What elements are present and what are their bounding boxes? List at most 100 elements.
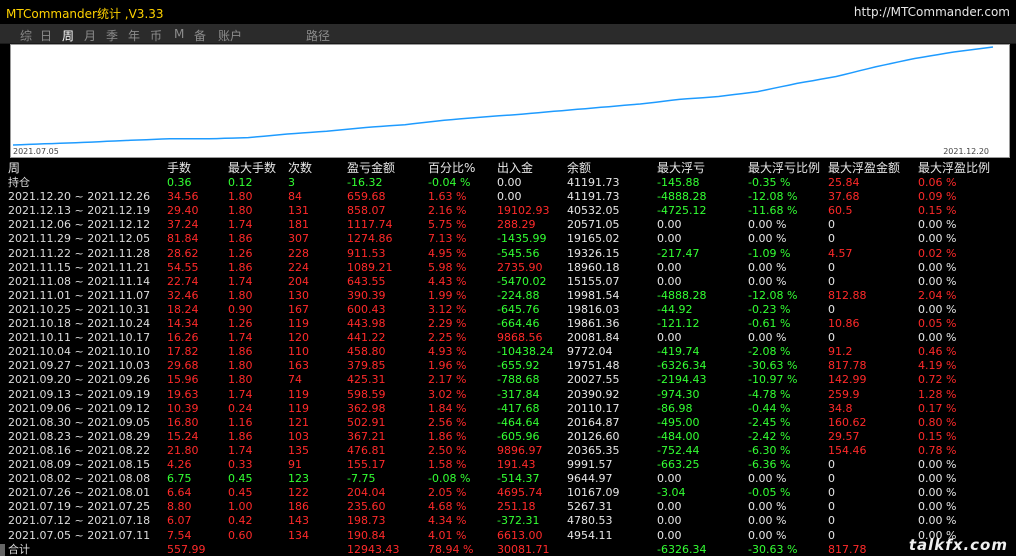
- table-row[interactable]: 2021.11.29 ~ 2021.12.05 81.84 1.86 307 1274.…: [0, 232, 1016, 246]
- table-row[interactable]: 2021.08.16 ~ 2021.08.22 21.80 1.74 135 476.8…: [0, 444, 1016, 458]
- table-cell: 2.04 %: [918, 288, 957, 302]
- table-cell: 167: [288, 302, 309, 316]
- table-cell: 122: [288, 486, 309, 500]
- table-cell: -0.35 %: [748, 176, 791, 189]
- tab-7[interactable]: M: [174, 27, 184, 41]
- table-cell: 0: [828, 302, 835, 316]
- header-cell[interactable]: 最大浮亏比例: [748, 161, 820, 175]
- table-cell: 91.2: [828, 345, 853, 359]
- tab-3[interactable]: 月: [84, 27, 96, 44]
- row-label: 2021.07.19 ~ 2021.07.25: [8, 500, 151, 514]
- table-cell: 163: [288, 359, 309, 373]
- table-row[interactable]: 2021.10.04 ~ 2021.10.10 17.82 1.86 110 458.8…: [0, 345, 1016, 359]
- table-cell: 18.24: [167, 302, 199, 316]
- table-cell: 2.56 %: [428, 415, 467, 429]
- website-link[interactable]: http://MTCommander.com: [854, 5, 1010, 19]
- table-row[interactable]: 2021.07.12 ~ 2021.07.18 6.07 0.42 143 198.73…: [0, 514, 1016, 528]
- tab-10[interactable]: 路径: [306, 27, 330, 44]
- total-row[interactable]: 合计 557.99 12943.43 78.94 % 30081.71 -6326.34 -…: [0, 543, 1016, 556]
- table-cell: 0.00: [657, 472, 682, 486]
- table-row[interactable]: 2021.12.06 ~ 2021.12.12 37.24 1.74 181 1117.…: [0, 218, 1016, 232]
- tab-4[interactable]: 季: [106, 27, 118, 44]
- header-cell[interactable]: 盈亏金额: [347, 161, 395, 175]
- table-cell: -317.84: [497, 387, 540, 401]
- table-cell: 441.22: [347, 331, 386, 345]
- table-cell: -4888.28: [657, 190, 707, 204]
- table-cell: 186: [288, 500, 309, 514]
- table-row[interactable]: 2021.08.23 ~ 2021.08.29 15.24 1.86 103 367.2…: [0, 430, 1016, 444]
- table-cell: 2.50 %: [428, 443, 467, 457]
- equity-chart: 2021.07.05 2021.12.20: [10, 44, 1010, 158]
- table-row[interactable]: 2021.09.13 ~ 2021.09.19 19.63 1.74 119 598.5…: [0, 388, 1016, 402]
- table-cell: 8.80: [167, 500, 192, 514]
- tab-8[interactable]: 备: [194, 27, 206, 44]
- table-row[interactable]: 2021.10.11 ~ 2021.10.17 16.26 1.74 120 441.2…: [0, 331, 1016, 345]
- table-row[interactable]: 2021.07.26 ~ 2021.08.01 6.64 0.45 122 204.04…: [0, 486, 1016, 500]
- table-row[interactable]: 2021.08.09 ~ 2021.08.15 4.26 0.33 91 155.17 1…: [0, 458, 1016, 472]
- table-cell: 19165.02: [567, 232, 620, 246]
- table-cell: 4.43 %: [428, 274, 467, 288]
- header-cell[interactable]: 最大手数: [228, 161, 276, 175]
- table-row[interactable]: 2021.08.30 ~ 2021.09.05 16.80 1.16 121 502.9…: [0, 416, 1016, 430]
- tab-6[interactable]: 币: [150, 27, 162, 44]
- table-row[interactable]: 2021.09.20 ~ 2021.09.26 15.96 1.80 74 425.31…: [0, 373, 1016, 387]
- table-cell: -12.08 %: [748, 190, 798, 204]
- table-row[interactable]: 2021.07.19 ~ 2021.07.25 8.80 1.00 186 235.60…: [0, 500, 1016, 514]
- header-cell[interactable]: 出入金: [497, 161, 533, 175]
- table-row[interactable]: 2021.11.15 ~ 2021.11.21 54.55 1.86 224 1089.…: [0, 261, 1016, 275]
- table-row[interactable]: 2021.07.05 ~ 2021.07.11 7.54 0.60 134 190.84…: [0, 529, 1016, 543]
- table-cell: 557.99: [167, 542, 206, 556]
- tab-1[interactable]: 日: [40, 27, 52, 44]
- header-cell[interactable]: 百分比%: [428, 161, 475, 175]
- table-cell: -655.92: [497, 359, 540, 373]
- header-cell[interactable]: 周: [8, 161, 20, 175]
- table-cell: 143: [288, 514, 309, 528]
- table-cell: 15.24: [167, 429, 199, 443]
- table-row[interactable]: 持仓 0.36 0.12 3 -16.32 -0.04 % 0.00 41191.73 -145…: [0, 176, 1016, 190]
- table-cell: 5.98 %: [428, 260, 467, 274]
- table-row[interactable]: 2021.12.13 ~ 2021.12.19 29.40 1.80 131 858.0…: [0, 204, 1016, 218]
- table-cell: 17.82: [167, 345, 199, 359]
- table-cell: 0.12: [228, 176, 253, 189]
- table-cell: 25.84: [828, 176, 860, 189]
- table-row[interactable]: 2021.09.06 ~ 2021.09.12 10.39 0.24 119 362.9…: [0, 402, 1016, 416]
- table-row[interactable]: 2021.10.18 ~ 2021.10.24 14.34 1.26 119 443.9…: [0, 317, 1016, 331]
- app-title: MTCommander统计 ,V3.33: [6, 7, 164, 21]
- table-row[interactable]: 2021.11.22 ~ 2021.11.28 28.62 1.26 228 911.5…: [0, 247, 1016, 261]
- table-cell: -0.61 %: [748, 317, 791, 330]
- tab-2[interactable]: 周: [62, 27, 74, 44]
- header-cell[interactable]: 余额: [567, 161, 591, 175]
- table-cell: 41191.73: [567, 190, 620, 204]
- tab-5[interactable]: 年: [128, 27, 140, 44]
- header-cell[interactable]: 手数: [167, 161, 191, 175]
- table-cell: 0.00: [657, 528, 682, 542]
- table-row[interactable]: 2021.09.27 ~ 2021.10.03 29.68 1.80 163 379.8…: [0, 359, 1016, 373]
- table-cell: 204.04: [347, 486, 386, 500]
- header-cell[interactable]: 最大浮亏: [657, 161, 705, 175]
- header-cell[interactable]: 最大浮盈比例: [918, 161, 990, 175]
- table-cell: 9991.57: [567, 458, 613, 471]
- row-label: 2021.12.13 ~ 2021.12.19: [8, 204, 151, 218]
- table-cell: 0.45: [228, 486, 253, 500]
- header-cell[interactable]: 最大浮盈金额: [828, 161, 900, 175]
- table-row[interactable]: 2021.11.08 ~ 2021.11.14 22.74 1.74 204 643.5…: [0, 275, 1016, 289]
- table-row[interactable]: 2021.08.02 ~ 2021.08.08 6.75 0.45 123 -7.75 -…: [0, 472, 1016, 486]
- table-cell: 19816.03: [567, 302, 620, 316]
- table-cell: 7.13 %: [428, 232, 467, 246]
- table-cell: 120: [288, 331, 309, 345]
- table-cell: 9896.97: [497, 443, 543, 457]
- resize-handle[interactable]: [0, 544, 5, 556]
- table-cell: 155.17: [347, 458, 386, 471]
- header-cell[interactable]: 次数: [288, 161, 312, 175]
- tab-0[interactable]: 综: [20, 27, 32, 44]
- table-cell: 0.60: [228, 528, 253, 542]
- table-cell: 600.43: [347, 302, 386, 316]
- table-row[interactable]: 2021.12.20 ~ 2021.12.26 34.56 1.80 84 659.68…: [0, 190, 1016, 204]
- table-cell: 16.26: [167, 331, 199, 345]
- row-label: 2021.07.12 ~ 2021.07.18: [8, 514, 151, 528]
- table-cell: 812.88: [828, 288, 867, 302]
- table-cell: 1.86: [228, 260, 253, 274]
- tab-9[interactable]: 账户: [218, 27, 242, 44]
- table-row[interactable]: 2021.10.25 ~ 2021.10.31 18.24 0.90 167 600.4…: [0, 303, 1016, 317]
- table-row[interactable]: 2021.11.01 ~ 2021.11.07 32.46 1.80 130 390.3…: [0, 289, 1016, 303]
